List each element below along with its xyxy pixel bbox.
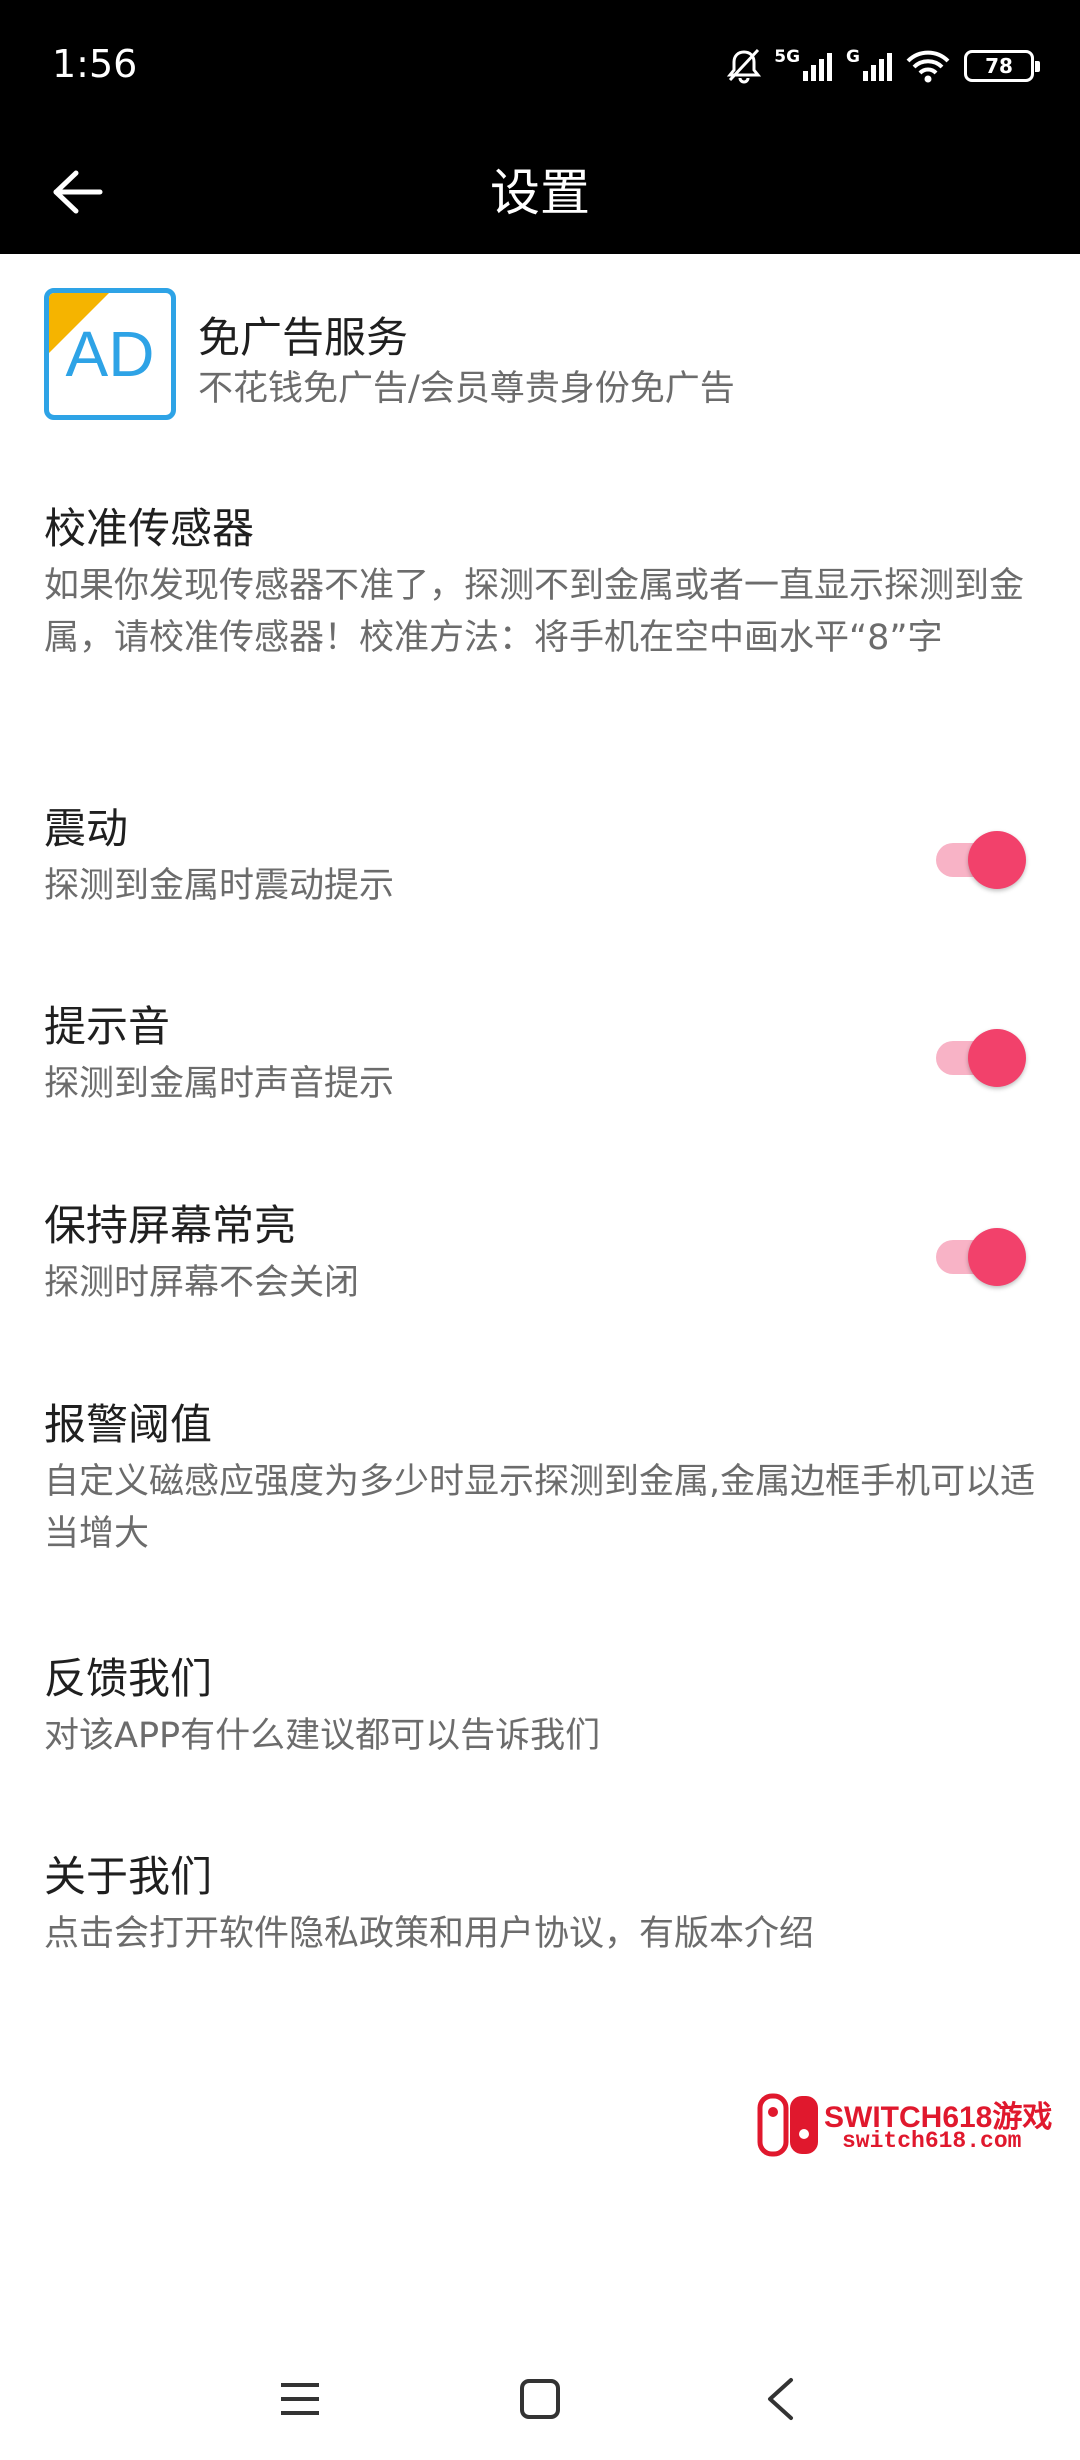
mute-bell-icon	[724, 46, 764, 86]
watermark-url: switch618.com	[842, 2128, 1022, 2154]
settings-list: AD 免广告服务 不花钱免广告/会员尊贵身份免广告	[0, 254, 1080, 424]
setting-feedback[interactable]: 反馈我们 对该APP有什么建议都可以告诉我们	[44, 1650, 1036, 1762]
ad-free-service-item[interactable]: AD 免广告服务 不花钱免广告/会员尊贵身份免广告	[0, 254, 1080, 424]
battery-icon: 78	[964, 50, 1040, 82]
app-bar: 设置	[0, 132, 1080, 254]
sound-toggle[interactable]	[934, 1024, 1026, 1087]
home-button[interactable]	[500, 2364, 580, 2434]
ad-badge-icon: AD	[44, 288, 176, 420]
status-time: 1:56	[52, 42, 138, 86]
setting-title: 提示音	[44, 1002, 171, 1051]
setting-calibrate-sensor[interactable]: 校准传感器 如果你发现传感器不准了，探测不到金属或者一直显示探测到金属，请校准传…	[44, 500, 1036, 664]
menu-icon	[281, 2383, 319, 2415]
back-nav-button[interactable]	[740, 2364, 820, 2434]
setting-subtitle: 点击会打开软件隐私政策和用户协议，有版本介绍	[44, 1914, 815, 1954]
navigation-bar	[0, 2340, 1080, 2460]
setting-title: 保持屏幕常亮	[44, 1201, 297, 1250]
status-bar: 1:56 5G G 78	[0, 0, 1080, 132]
setting-subtitle: 探测时屏幕不会关闭	[44, 1263, 360, 1303]
setting-vibration[interactable]: 震动 探测到金属时震动提示	[44, 800, 900, 912]
setting-about-us[interactable]: 关于我们 点击会打开软件隐私政策和用户协议，有版本介绍	[44, 1848, 1036, 1960]
setting-subtitle: 如果你发现传感器不准了，探测不到金属或者一直显示探测到金属，请校准传感器！校准方…	[44, 566, 1025, 658]
setting-title: 报警阈值	[44, 1400, 213, 1449]
home-icon	[520, 2379, 560, 2419]
switch-logo-icon	[757, 2093, 818, 2157]
vibration-toggle[interactable]	[934, 826, 1026, 889]
setting-keep-screen-on[interactable]: 保持屏幕常亮 探测时屏幕不会关闭	[44, 1197, 900, 1309]
setting-subtitle: 探测到金属时震动提示	[44, 866, 395, 906]
setting-title: 校准传感器	[44, 504, 255, 553]
ad-service-subtitle: 不花钱免广告/会员尊贵身份免广告	[198, 369, 735, 409]
keep-screen-on-toggle[interactable]	[934, 1223, 1026, 1286]
battery-level: 78	[985, 54, 1013, 78]
signal-5g-icon: 5G	[774, 47, 836, 81]
setting-title: 关于我们	[44, 1852, 213, 1901]
setting-subtitle: 探测到金属时声音提示	[44, 1064, 395, 1104]
back-chevron-icon	[768, 2378, 793, 2420]
watermark: SWITCH618游戏 switch618.com	[756, 2090, 1056, 2160]
signal-g-icon: G	[846, 47, 896, 81]
setting-sound[interactable]: 提示音 探测到金属时声音提示	[44, 998, 900, 1110]
back-button[interactable]	[40, 154, 116, 230]
setting-subtitle: 对该APP有什么建议都可以告诉我们	[44, 1716, 601, 1756]
setting-subtitle: 自定义磁感应强度为多少时显示探测到金属,金属边框手机可以适当增大	[44, 1462, 1036, 1554]
recents-button[interactable]	[260, 2364, 340, 2434]
setting-title: 反馈我们	[44, 1654, 213, 1703]
status-icons: 5G G 78	[724, 38, 1040, 94]
wifi-icon	[906, 49, 950, 83]
ad-service-title: 免广告服务	[198, 313, 409, 362]
setting-title: 震动	[44, 804, 129, 853]
arrow-left-icon	[53, 170, 103, 214]
setting-alarm-threshold[interactable]: 报警阈值 自定义磁感应强度为多少时显示探测到金属,金属边框手机可以适当增大	[44, 1396, 1036, 1560]
page-title: 设置	[490, 164, 590, 222]
